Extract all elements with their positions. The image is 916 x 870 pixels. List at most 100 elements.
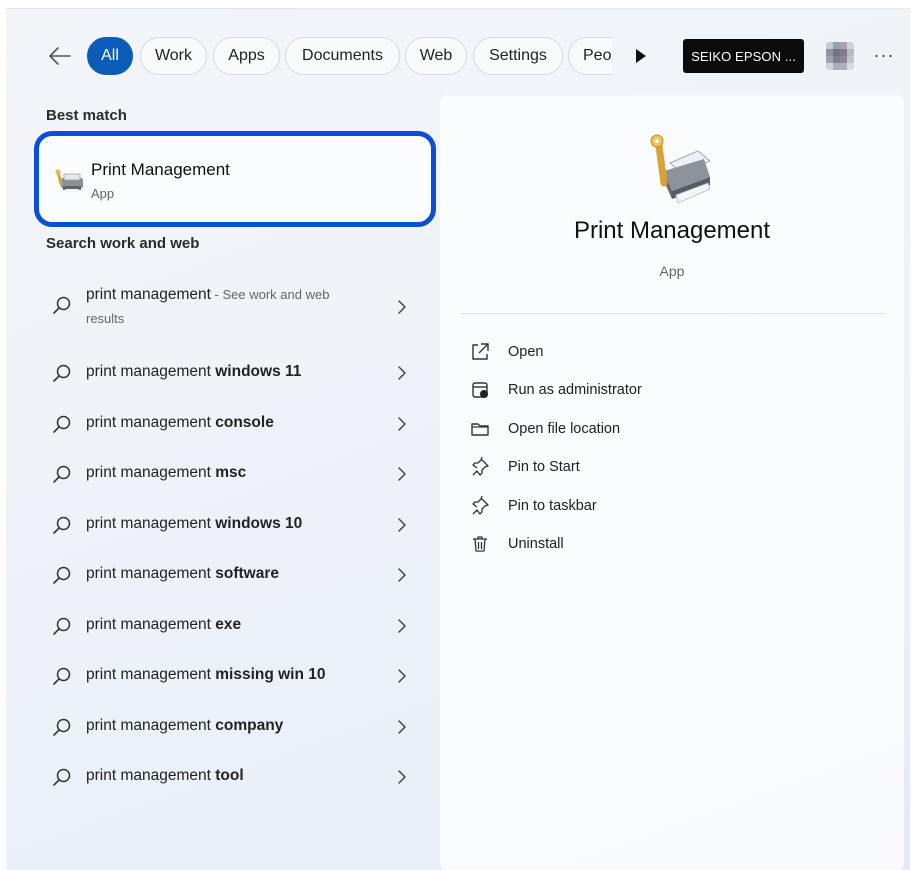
result-text: print management windows 11	[86, 363, 301, 381]
chevron-right-icon	[398, 467, 406, 481]
result-text: print management exe	[86, 616, 241, 634]
list-item[interactable]: print management console	[42, 402, 422, 446]
tab-label: Settings	[489, 47, 547, 64]
best-match-subtitle: App	[91, 186, 115, 201]
result-suggestion: windows 10	[215, 515, 303, 532]
result-text: print management console	[86, 414, 274, 432]
result-suggestion: windows 11	[215, 363, 302, 380]
open-action[interactable]: Open	[470, 335, 870, 369]
search-icon	[53, 566, 71, 584]
search-icon	[53, 415, 71, 433]
tab-label: All	[101, 47, 119, 64]
list-item[interactable]: print management windows 11	[42, 351, 422, 395]
search-icon	[53, 617, 71, 635]
chevron-right-icon	[398, 568, 406, 582]
action-label: Run as administrator	[508, 382, 642, 398]
search-icon	[53, 667, 71, 685]
trash-icon	[473, 536, 487, 552]
chevron-right-icon	[398, 417, 406, 431]
result-text: print management missing win 10	[86, 666, 326, 684]
list-item[interactable]: print management company	[42, 705, 422, 749]
tab-settings[interactable]: Settings	[473, 37, 563, 75]
chevron-right-icon	[398, 518, 406, 532]
pin-icon	[472, 457, 489, 476]
pin-to-start-action[interactable]: Pin to Start	[470, 450, 870, 484]
more-options-button[interactable]: ···	[872, 41, 896, 69]
result-text: print management company	[86, 717, 283, 735]
action-label: Open file location	[508, 421, 621, 437]
result-query: print management	[86, 565, 216, 582]
open-external-icon	[472, 343, 489, 360]
chevron-right-icon	[398, 669, 406, 683]
print-management-icon	[650, 134, 711, 204]
result-text: print management tool	[86, 767, 244, 785]
play-icon	[636, 49, 646, 63]
account-button[interactable]: SEIKO EPSON ...	[683, 39, 804, 73]
search-icon	[53, 718, 71, 736]
tab-documents[interactable]: Documents	[285, 37, 400, 75]
result-query: print management	[86, 616, 216, 633]
tab-all[interactable]: All	[87, 37, 133, 75]
result-text: print management - See work and web resu…	[86, 283, 356, 331]
result-query: print management	[86, 464, 216, 481]
tab-apps[interactable]: Apps	[213, 37, 280, 75]
folder-icon	[471, 423, 489, 436]
search-icon	[53, 465, 71, 483]
list-item[interactable]: print management software	[42, 553, 422, 597]
action-label: Open	[508, 344, 544, 360]
blurred-avatar-icon	[826, 42, 854, 70]
tab-label: Web	[419, 47, 453, 64]
preview-title: Print Management	[573, 217, 771, 244]
run-as-admin-action[interactable]: Run as administrator	[470, 373, 870, 407]
pin-to-taskbar-action[interactable]: Pin to taskbar	[470, 489, 870, 523]
result-query: print management	[86, 286, 211, 303]
print-management-icon	[55, 169, 83, 192]
preview-subtitle: App	[659, 263, 685, 279]
result-text: print management windows 10	[86, 515, 302, 533]
tab-label: Work	[154, 47, 193, 64]
result-suggestion: tool	[215, 767, 244, 784]
action-label: Pin to Start	[508, 459, 580, 475]
filter-tabs: All Work Apps Documents Web Settings Peo	[6, 37, 612, 75]
chevron-right-icon	[398, 619, 406, 633]
filter-bar: All Work Apps Documents Web Settings Peo…	[6, 37, 910, 75]
tab-people[interactable]: Peo	[568, 37, 612, 75]
result-query: print management	[86, 717, 216, 734]
more-options-icon: ···	[873, 44, 895, 65]
result-suggestion: software	[215, 565, 279, 582]
list-item[interactable]: print management exe	[42, 604, 422, 648]
search-icon	[53, 364, 71, 382]
result-suggestion: exe	[215, 616, 242, 633]
tab-work[interactable]: Work	[140, 37, 207, 75]
result-suggestion: msc	[215, 464, 247, 481]
tab-web[interactable]: Web	[405, 37, 467, 75]
chevron-right-icon	[398, 300, 406, 314]
action-label: Uninstall	[508, 536, 564, 552]
result-query: print management	[86, 363, 216, 380]
list-item[interactable]: print management tool	[42, 755, 422, 799]
preview-pane: Print Management App Open Run as adminis…	[440, 95, 904, 870]
result-query: print management	[86, 767, 216, 784]
search-web-heading: Search work and web	[46, 235, 200, 252]
divider	[460, 313, 886, 314]
list-item[interactable]: print management missing win 10	[42, 654, 422, 698]
action-label: Pin to taskbar	[508, 498, 597, 514]
list-item[interactable]: print management msc	[42, 452, 422, 496]
account-label: SEIKO EPSON ...	[691, 48, 796, 64]
uninstall-action[interactable]: Uninstall	[470, 527, 870, 561]
search-icon	[53, 516, 71, 534]
tab-label: Apps	[228, 47, 265, 64]
avatar[interactable]	[826, 42, 854, 70]
pin-icon	[472, 496, 489, 515]
list-item[interactable]: print management windows 10	[42, 503, 422, 547]
shield-admin-icon	[472, 382, 488, 398]
chevron-right-icon	[398, 366, 406, 380]
chevron-right-icon	[398, 720, 406, 734]
result-query: print management	[86, 515, 216, 532]
list-item[interactable]: print management - See work and web resu…	[42, 279, 422, 333]
best-match-item[interactable]: Print Management App	[34, 131, 436, 227]
tab-label: Peo	[583, 47, 612, 64]
scroll-tabs-button[interactable]	[634, 46, 648, 66]
result-text: print management software	[86, 565, 279, 583]
open-file-location-action[interactable]: Open file location	[470, 412, 870, 446]
